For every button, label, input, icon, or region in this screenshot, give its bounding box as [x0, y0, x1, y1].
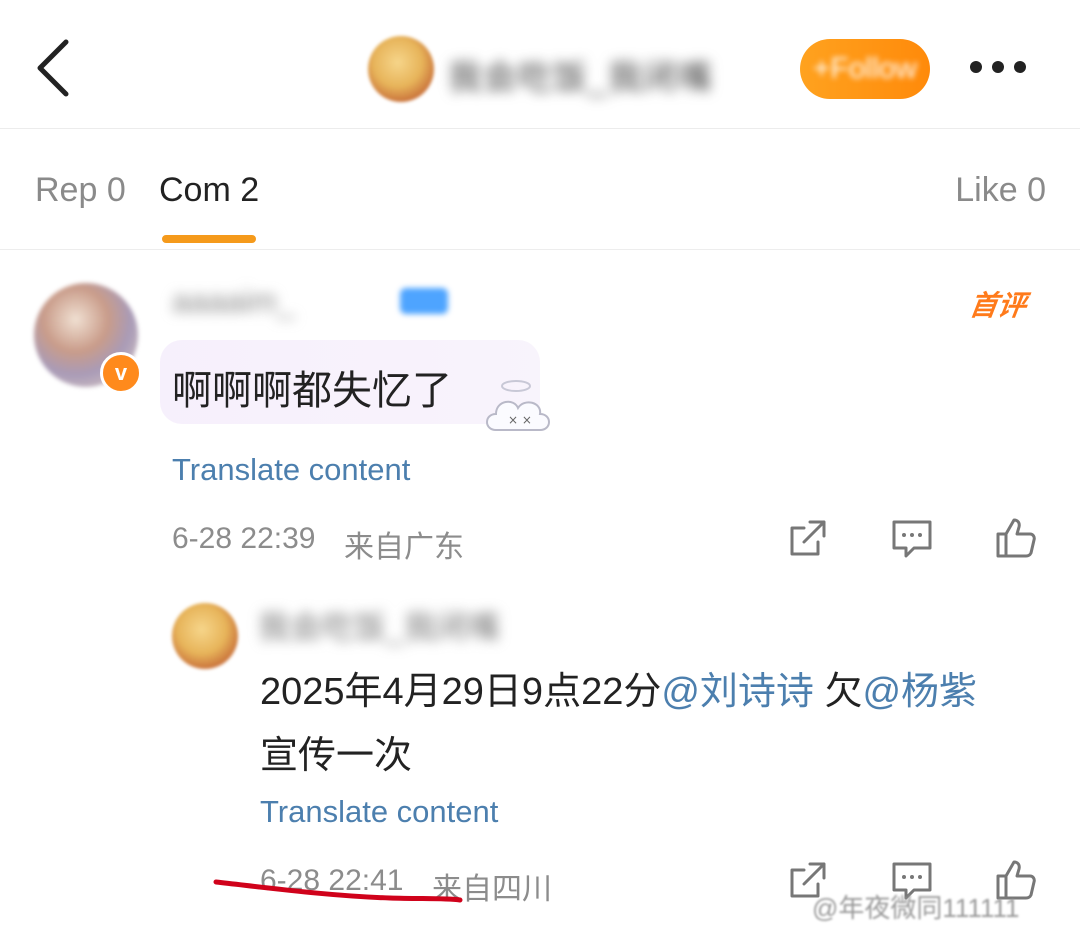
dizzy-cloud-sticker-icon: × ×	[486, 380, 550, 431]
more-horizontal-icon[interactable]	[970, 60, 1040, 76]
reply-text: 2025年4月29日9点22分@刘诗诗 欠@杨紫 宣传一次	[260, 660, 1040, 788]
share-icon[interactable]	[784, 514, 832, 562]
tab-comments[interactable]: Com 2	[159, 171, 259, 210]
top-bar: 我会吃饭_我闭嘴 +Follow	[0, 0, 1080, 129]
active-tab-indicator	[162, 235, 256, 243]
comment-icon[interactable]	[888, 514, 936, 562]
tab-likes[interactable]: Like 0	[955, 171, 1046, 210]
commenter-name[interactable]: aaaaim_	[172, 283, 295, 320]
translate-link[interactable]: Translate content	[260, 794, 498, 830]
follow-label: +Follow	[812, 52, 918, 85]
verified-badge: v	[100, 352, 142, 394]
comment-time: 6-28 22:39	[172, 522, 316, 555]
reply-text-mid: 欠	[813, 671, 863, 713]
svg-text:× ×: × ×	[508, 413, 532, 427]
reply-text-prefix: 2025年4月29日9点22分	[260, 671, 662, 713]
like-icon[interactable]	[992, 514, 1040, 562]
comment-text: 啊啊啊都失忆了	[172, 369, 452, 413]
avatar[interactable]	[172, 603, 238, 669]
first-comment-badge: 首评	[967, 290, 1028, 321]
mention-link[interactable]: @刘诗诗	[661, 671, 814, 713]
tab-reposts[interactable]: Rep 0	[35, 171, 126, 210]
watermark: @年夜微同111111	[812, 893, 1020, 923]
comment-location: 来自广东	[344, 531, 464, 564]
red-handdrawn-underline	[213, 879, 463, 903]
level-badge	[400, 288, 448, 314]
follow-button[interactable]: +Follow	[800, 39, 930, 99]
author-avatar[interactable]	[368, 36, 434, 102]
mention-link[interactable]: @杨紫	[862, 671, 977, 713]
replier-name[interactable]: 我会吃饭_我闭嘴	[258, 602, 500, 648]
author-name[interactable]: 我会吃饭_我闭嘴	[448, 50, 713, 99]
tab-bar: Rep 0 Com 2 Like 0	[0, 129, 1080, 250]
chevron-left-icon[interactable]	[30, 36, 80, 100]
translate-link[interactable]: Translate content	[172, 452, 410, 488]
reply-text-suffix: 宣传一次	[260, 735, 413, 777]
